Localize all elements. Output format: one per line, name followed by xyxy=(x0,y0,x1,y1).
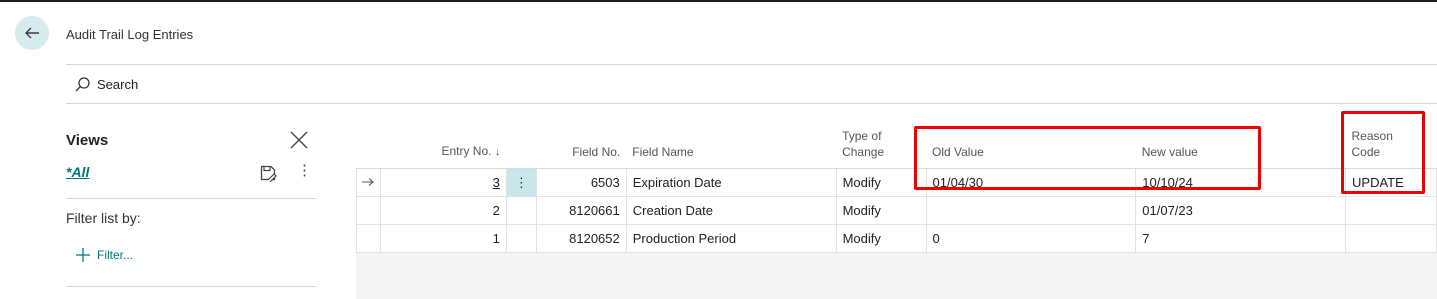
cell-type-of-change: Modify xyxy=(836,224,927,253)
views-pane-title: Views xyxy=(66,132,109,149)
more-options-icon[interactable]: ⋮ xyxy=(297,163,312,179)
cell-type-of-change: Modify xyxy=(836,196,927,225)
column-header-field-name[interactable]: Field Name xyxy=(626,104,837,169)
field-no-header-label: Field No. xyxy=(572,145,621,159)
row-actions-cell[interactable] xyxy=(506,224,537,253)
column-header-type-of-change[interactable]: Type of Change xyxy=(836,104,927,169)
filter-list-by-label: Filter list by: xyxy=(66,210,141,226)
add-filter-button[interactable]: Filter... xyxy=(75,247,133,263)
audit-log-grid: Entry No. ↓ Field No. Field Name Type of… xyxy=(356,104,1437,253)
cell-field-name: Creation Date xyxy=(626,196,837,225)
type-of-change-header-line1: Type of xyxy=(842,129,882,143)
table-row[interactable]: 3 ⋮ 6503 Expiration Date Modify 01/04/30… xyxy=(356,168,1437,197)
row-pointer-cell xyxy=(356,196,381,225)
cell-entry-no[interactable]: 1 xyxy=(380,224,507,253)
plus-icon xyxy=(76,248,90,262)
header-actions xyxy=(506,104,537,169)
sort-descending-icon: ↓ xyxy=(494,146,501,158)
cell-type-of-change: Modify xyxy=(836,168,927,197)
cell-old-value: 0 xyxy=(926,224,1137,253)
row-pointer-cell xyxy=(356,224,381,253)
column-header-entry-no[interactable]: Entry No. ↓ xyxy=(380,104,507,169)
old-value-header-label: Old Value xyxy=(932,145,984,159)
cell-field-no: 8120652 xyxy=(536,224,627,253)
row-actions-cell[interactable] xyxy=(506,196,537,225)
view-all-link[interactable]: *All xyxy=(66,164,89,180)
header-divider xyxy=(66,64,1437,65)
save-view-icon[interactable] xyxy=(259,164,277,182)
add-filter-label: Filter... xyxy=(97,248,134,262)
entry-no-header-label: Entry No. xyxy=(441,144,492,158)
cell-old-value xyxy=(926,196,1137,225)
cell-reason-code xyxy=(1345,224,1437,253)
header-pointer xyxy=(356,104,381,169)
cell-old-value: 01/04/30 xyxy=(926,168,1137,197)
table-row[interactable]: 1 8120652 Production Period Modify 0 7 xyxy=(356,224,1437,253)
cell-field-name: Production Period xyxy=(626,224,837,253)
table-row[interactable]: 2 8120661 Creation Date Modify 01/07/23 xyxy=(356,196,1437,225)
cell-new-value: 10/10/24 xyxy=(1135,168,1347,197)
grid-header-row: Entry No. ↓ Field No. Field Name Type of… xyxy=(356,104,1437,169)
back-button[interactable] xyxy=(15,16,49,50)
page-title: Audit Trail Log Entries xyxy=(66,27,194,42)
cell-new-value: 7 xyxy=(1135,224,1347,253)
entry-no-link[interactable]: 3 xyxy=(493,175,500,190)
column-header-reason-code[interactable]: Reason Code xyxy=(1345,104,1437,169)
column-header-new-value[interactable]: New value xyxy=(1135,104,1346,169)
window-top-border xyxy=(0,0,1437,2)
search-icon xyxy=(75,77,90,92)
column-header-field-no[interactable]: Field No. xyxy=(536,104,627,169)
row-pointer-arrow-svg xyxy=(362,178,375,186)
field-name-header-label: Field Name xyxy=(632,145,694,159)
back-arrow-icon xyxy=(25,27,39,39)
cell-reason-code xyxy=(1345,196,1437,225)
row-actions-icon[interactable]: ⋮ xyxy=(506,168,537,197)
cell-new-value: 01/07/23 xyxy=(1135,196,1347,225)
new-value-header-label: New value xyxy=(1141,145,1198,159)
cell-field-no: 6503 xyxy=(536,168,627,197)
reason-code-header-line2: Code xyxy=(1351,145,1381,159)
cell-reason-code: UPDATE xyxy=(1345,168,1437,197)
close-icon[interactable] xyxy=(289,130,309,150)
cell-entry-no[interactable]: 3 xyxy=(380,168,507,197)
views-divider xyxy=(66,198,316,199)
search-label: Search xyxy=(97,77,139,92)
reason-code-header-line1: Reason xyxy=(1351,129,1393,143)
column-header-old-value[interactable]: Old Value xyxy=(926,104,1136,169)
cell-field-no: 8120661 xyxy=(536,196,627,225)
cell-entry-no[interactable]: 2 xyxy=(380,196,507,225)
type-of-change-header-line2: Change xyxy=(842,145,885,159)
row-pointer-arrow-icon xyxy=(356,168,381,197)
cell-field-name: Expiration Date xyxy=(626,168,837,197)
search-button[interactable]: Search xyxy=(74,76,138,93)
views-bottom-divider xyxy=(66,286,316,287)
